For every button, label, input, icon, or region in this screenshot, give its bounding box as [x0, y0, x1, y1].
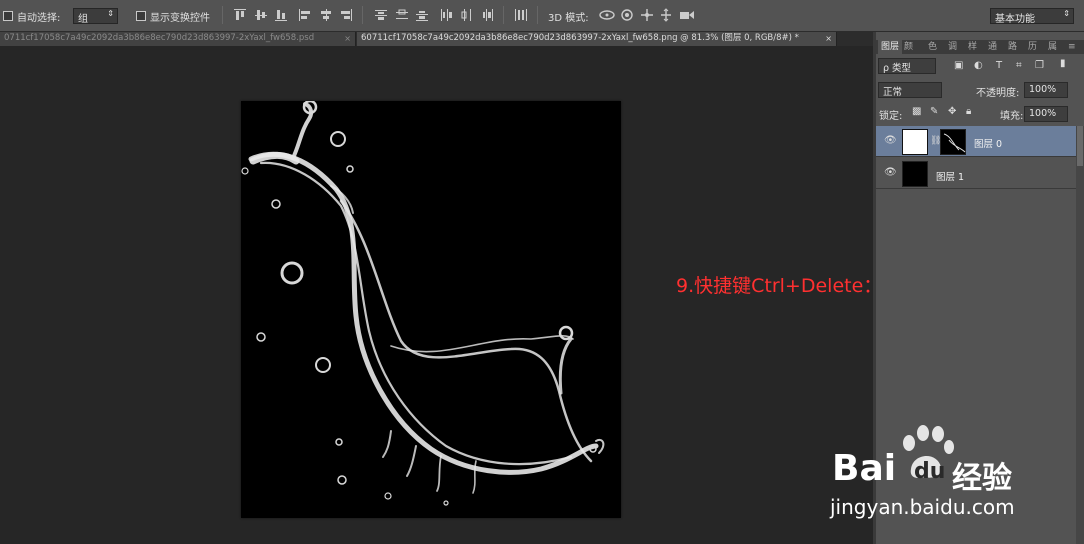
lock-transparency-icon[interactable]: ▩: [912, 106, 921, 117]
3d-pan-icon[interactable]: [640, 8, 654, 22]
layer-row[interactable]: 👁︎ ⛓︎ 图层 0: [876, 126, 1076, 157]
tab-document-psd[interactable]: 0711cf17058c7a49c2092da3b86e8ec790d23d86…: [0, 32, 356, 46]
filter-label: ρ 类型: [883, 63, 912, 74]
tab-adjustments[interactable]: 调: [948, 40, 957, 54]
tab-layers[interactable]: 图层: [878, 40, 902, 54]
tab-properties[interactable]: 属: [1048, 40, 1057, 54]
lock-all-icon[interactable]: 🔒︎: [966, 106, 971, 117]
distribute-hcenter-icon[interactable]: [460, 8, 474, 22]
tab-label: 0711cf17058c7a49c2092da3b86e8ec790d23d86…: [4, 33, 315, 43]
filter-adjustment-icon[interactable]: ◐: [974, 60, 983, 71]
layers-scrollbar[interactable]: [1076, 126, 1084, 544]
align-left-icon[interactable]: [298, 8, 312, 22]
scrollbar-thumb[interactable]: [1077, 126, 1083, 166]
watermark-brand-du: du: [914, 459, 946, 484]
tab-document-png[interactable]: 60711cf17058c7a49c2092da3b86e8ec790d23d8…: [357, 32, 837, 46]
watermark-brand-bai: Bai: [832, 448, 897, 489]
distribute-right-icon[interactable]: [480, 8, 494, 22]
tab-styles[interactable]: 样: [968, 40, 977, 54]
layer-thumbnail: [902, 129, 928, 155]
layer-mask-thumbnail[interactable]: [940, 129, 966, 155]
align-right-icon[interactable]: [339, 8, 353, 22]
close-icon[interactable]: ×: [825, 32, 832, 45]
workspace-value: 基本功能: [995, 14, 1035, 25]
auto-align-icon[interactable]: [514, 8, 528, 22]
fill-input[interactable]: 100%: [1024, 106, 1068, 122]
water-splash-image: [241, 99, 605, 506]
distribute-vcenter-icon[interactable]: [395, 8, 409, 22]
distribute-bottom-icon[interactable]: [415, 8, 429, 22]
layer-name: 图层 1: [936, 172, 965, 183]
layer-filter-dropdown[interactable]: ρ 类型: [878, 58, 936, 74]
lock-brush-icon[interactable]: ✎: [930, 106, 938, 117]
watermark-brand-jingyan: 经验: [952, 461, 1012, 496]
layer-thumbnail: [902, 161, 928, 187]
3d-scale-icon[interactable]: [679, 8, 695, 22]
mask-preview: [943, 133, 966, 153]
filter-toggle-icon[interactable]: ▮: [1060, 58, 1066, 69]
toolbar-separator: [537, 6, 538, 24]
baidu-jingyan-watermark: Bai du 经验 jingyan.baidu.com: [822, 425, 1042, 525]
auto-select-value: 组: [78, 14, 88, 25]
watermark-url: jingyan.baidu.com: [830, 495, 1015, 519]
distribute-left-icon[interactable]: [439, 8, 453, 22]
show-transform-checkbox[interactable]: [136, 11, 146, 21]
chevron-updown-icon: ⇕: [107, 9, 114, 18]
filter-shape-icon[interactable]: ⌗: [1016, 60, 1022, 71]
filter-smart-object-icon[interactable]: ❐: [1035, 60, 1044, 71]
lock-label: 锁定:: [879, 111, 903, 122]
auto-select-checkbox[interactable]: [3, 11, 13, 21]
tab-swatches[interactable]: 色: [928, 40, 937, 54]
tab-history[interactable]: 历: [1028, 40, 1037, 54]
options-bar: 自动选择: 组 ⇕ 显示变换控件 3D 模式: 基本功能 ⇕: [0, 0, 1084, 32]
blend-mode-value: 正常: [883, 87, 903, 98]
document-tab-bar: 0711cf17058c7a49c2092da3b86e8ec790d23d86…: [0, 32, 873, 46]
3d-rotate-icon[interactable]: [598, 8, 616, 22]
align-hcenter-icon[interactable]: [319, 8, 333, 22]
lock-move-icon[interactable]: ✥: [948, 106, 956, 117]
fill-value: 100%: [1029, 108, 1057, 119]
auto-select-label: 自动选择:: [17, 13, 61, 24]
3d-slide-icon[interactable]: [659, 8, 673, 22]
close-icon[interactable]: ×: [344, 32, 351, 45]
layer-name: 图层 0: [974, 139, 1003, 150]
align-top-icon[interactable]: [233, 8, 247, 22]
align-vcenter-icon[interactable]: [254, 8, 268, 22]
tab-channels[interactable]: 通: [988, 40, 997, 54]
panel-tab-strip: 图层 颜 色 调 样 通 路 历 属 ≡: [876, 40, 1084, 54]
opacity-input[interactable]: 100%: [1024, 82, 1068, 98]
3d-mode-label: 3D 模式:: [548, 13, 589, 24]
filter-type-icon[interactable]: T: [996, 60, 1002, 71]
distribute-top-icon[interactable]: [374, 8, 388, 22]
opacity-value: 100%: [1029, 84, 1057, 95]
filter-pixel-icon[interactable]: ▣: [954, 60, 963, 71]
tab-color[interactable]: 颜: [904, 40, 913, 54]
document-canvas[interactable]: [241, 99, 621, 518]
panel-menu-icon[interactable]: ≡: [1068, 40, 1076, 54]
show-transform-label: 显示变换控件: [150, 13, 210, 24]
tab-label: 60711cf17058c7a49c2092da3b86e8ec790d23d8…: [361, 33, 799, 43]
layer-row[interactable]: 👁︎ 图层 1: [876, 158, 1076, 189]
blend-mode-dropdown[interactable]: 正常: [878, 82, 942, 98]
toolbar-separator: [222, 6, 223, 24]
tab-paths[interactable]: 路: [1008, 40, 1017, 54]
eye-icon[interactable]: 👁︎: [884, 135, 897, 146]
3d-roll-icon[interactable]: [620, 8, 634, 22]
fill-label: 填充:: [1000, 111, 1024, 122]
workspace-switcher[interactable]: 基本功能 ⇕: [990, 8, 1074, 25]
opacity-label: 不透明度:: [976, 88, 1020, 99]
toolbar-separator: [503, 6, 504, 24]
chevron-updown-icon: ⇕: [1063, 9, 1070, 18]
auto-select-dropdown[interactable]: 组 ⇕: [73, 8, 118, 25]
eye-icon[interactable]: 👁︎: [884, 167, 897, 178]
align-bottom-icon[interactable]: [274, 8, 288, 22]
toolbar-separator: [362, 6, 363, 24]
